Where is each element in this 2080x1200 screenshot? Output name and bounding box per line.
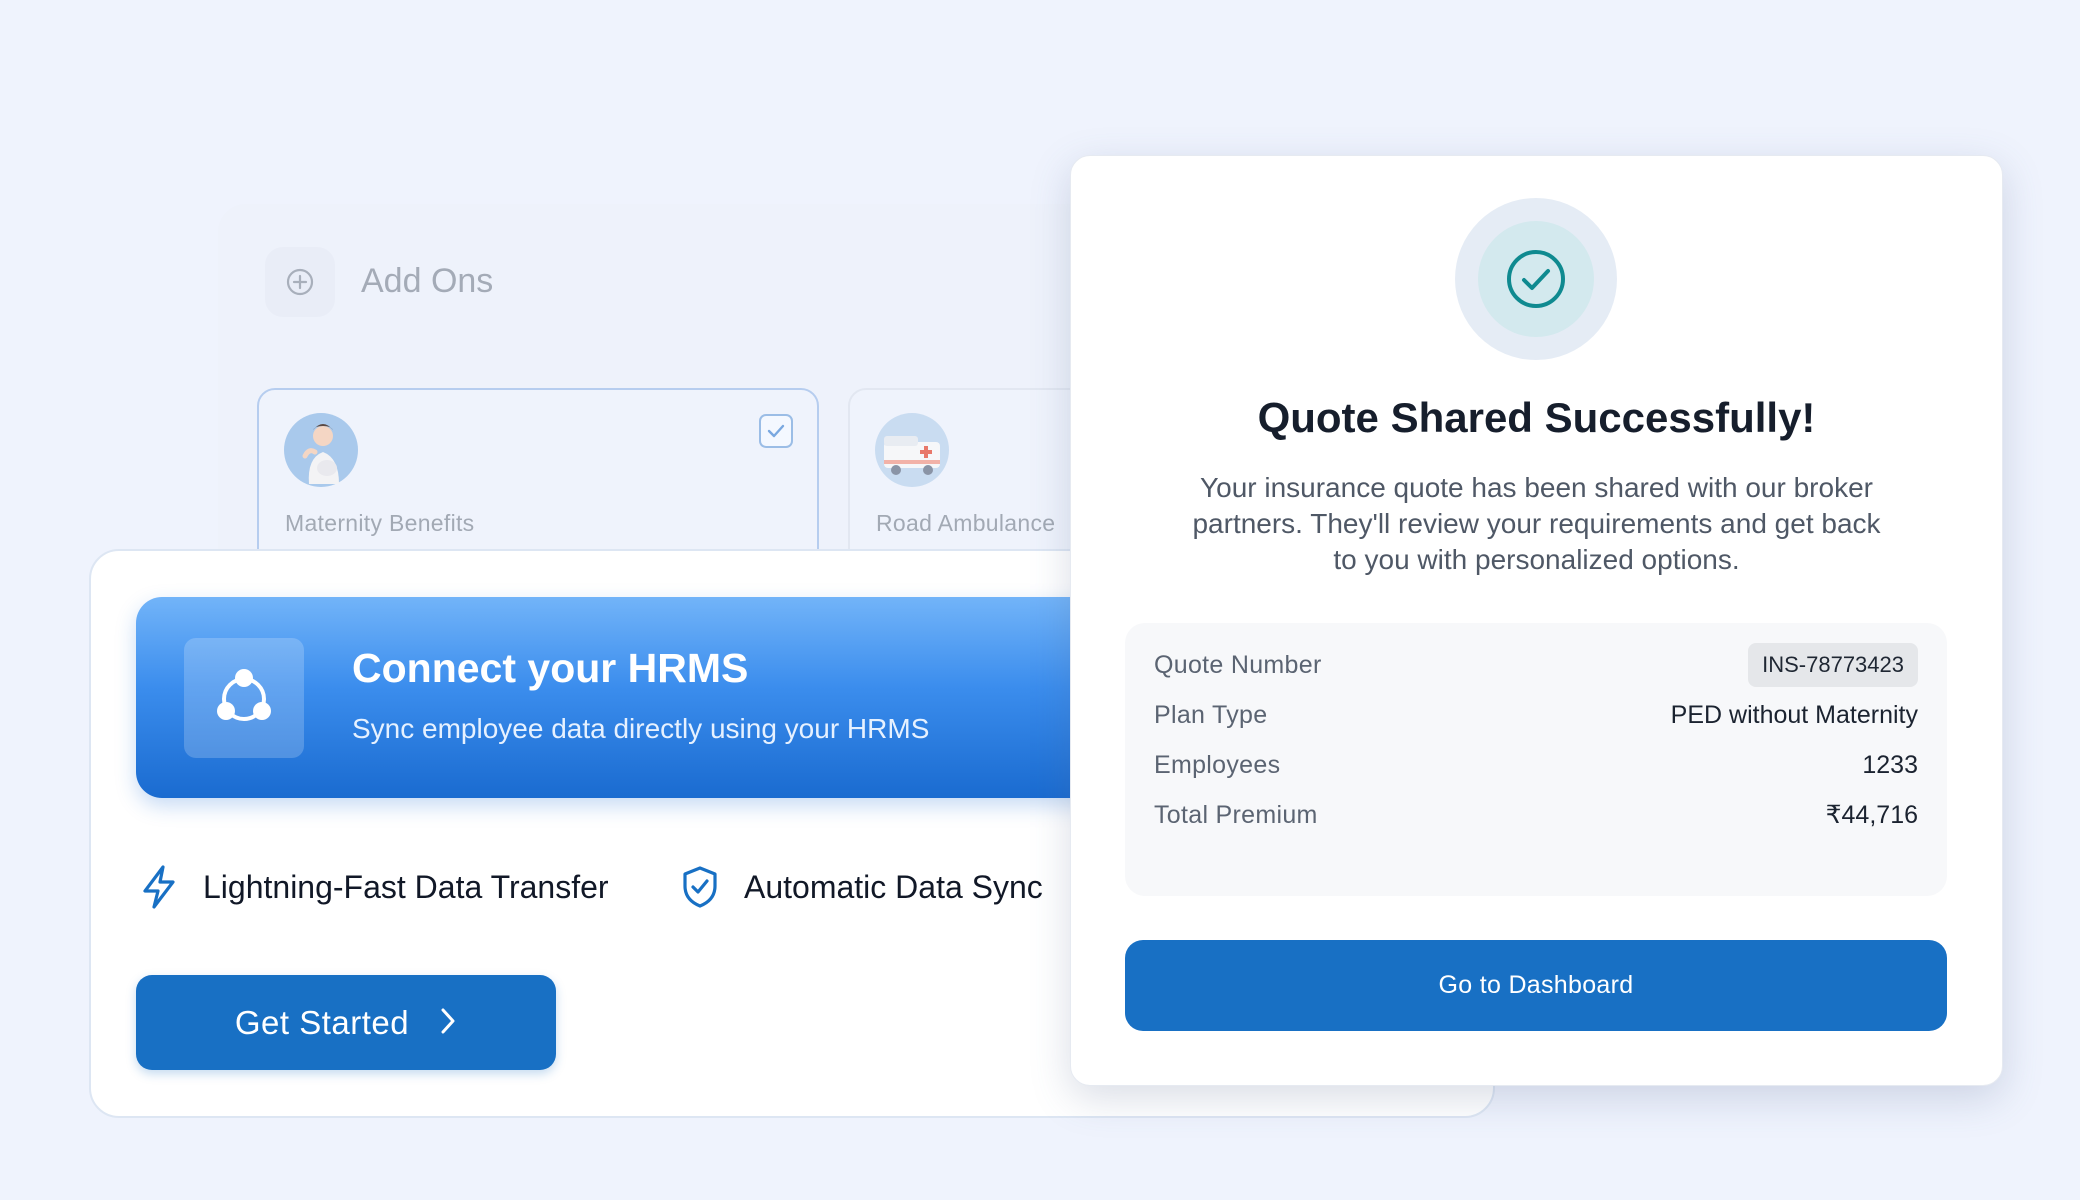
go-to-dashboard-button[interactable]: Go to Dashboard bbox=[1125, 940, 1947, 1031]
detail-label: Plan Type bbox=[1154, 700, 1268, 729]
detail-row-plan-type: Plan Type PED without Maternity bbox=[1154, 693, 1918, 737]
feature-label: Lightning-Fast Data Transfer bbox=[203, 868, 609, 905]
addon-label: Maternity Benefits bbox=[285, 510, 475, 536]
add-circle-icon[interactable] bbox=[265, 247, 335, 317]
detail-label: Total Premium bbox=[1154, 800, 1318, 829]
hrms-subtitle: Sync employee data directly using your H… bbox=[352, 713, 930, 744]
addon-tile-maternity[interactable]: Maternity Benefits bbox=[257, 388, 819, 568]
detail-label: Quote Number bbox=[1154, 650, 1322, 679]
shield-check-icon bbox=[678, 863, 722, 911]
modal-description: Your insurance quote has been shared wit… bbox=[1192, 472, 1881, 575]
chevron-right-icon bbox=[439, 1007, 457, 1038]
lightning-icon bbox=[137, 863, 181, 911]
detail-value: PED without Maternity bbox=[1670, 700, 1918, 729]
detail-value: 1233 bbox=[1862, 750, 1918, 779]
detail-row-quote-number: Quote Number INS-78773423 bbox=[1154, 643, 1918, 687]
addon-label: Road Ambulance bbox=[876, 510, 1056, 536]
check-circle-icon bbox=[1507, 250, 1565, 308]
detail-row-employees: Employees 1233 bbox=[1154, 743, 1918, 787]
detail-label: Employees bbox=[1154, 750, 1281, 779]
feature-auto-sync: Automatic Data Sync bbox=[678, 862, 1043, 912]
quote-number-badge: INS-78773423 bbox=[1748, 643, 1918, 687]
ambulance-avatar-icon bbox=[874, 412, 950, 488]
get-started-button[interactable]: Get Started bbox=[136, 975, 556, 1070]
detail-value: ₹44,716 bbox=[1825, 801, 1918, 829]
modal-title: Quote Shared Successfully! bbox=[1257, 394, 1816, 441]
addons-title: Add Ons bbox=[361, 262, 494, 300]
addon-selected-checkbox[interactable] bbox=[759, 414, 793, 448]
feature-fast-transfer: Lightning-Fast Data Transfer bbox=[137, 862, 609, 912]
detail-row-total-premium: Total Premium ₹44,716 bbox=[1154, 793, 1918, 837]
get-started-label: Get Started bbox=[234, 1003, 410, 1041]
hrms-title: Connect your HRMS bbox=[352, 645, 749, 691]
feature-label: Automatic Data Sync bbox=[744, 868, 1043, 905]
share-nodes-icon bbox=[184, 638, 304, 758]
success-badge bbox=[1455, 198, 1617, 360]
maternity-avatar-icon bbox=[283, 412, 359, 488]
